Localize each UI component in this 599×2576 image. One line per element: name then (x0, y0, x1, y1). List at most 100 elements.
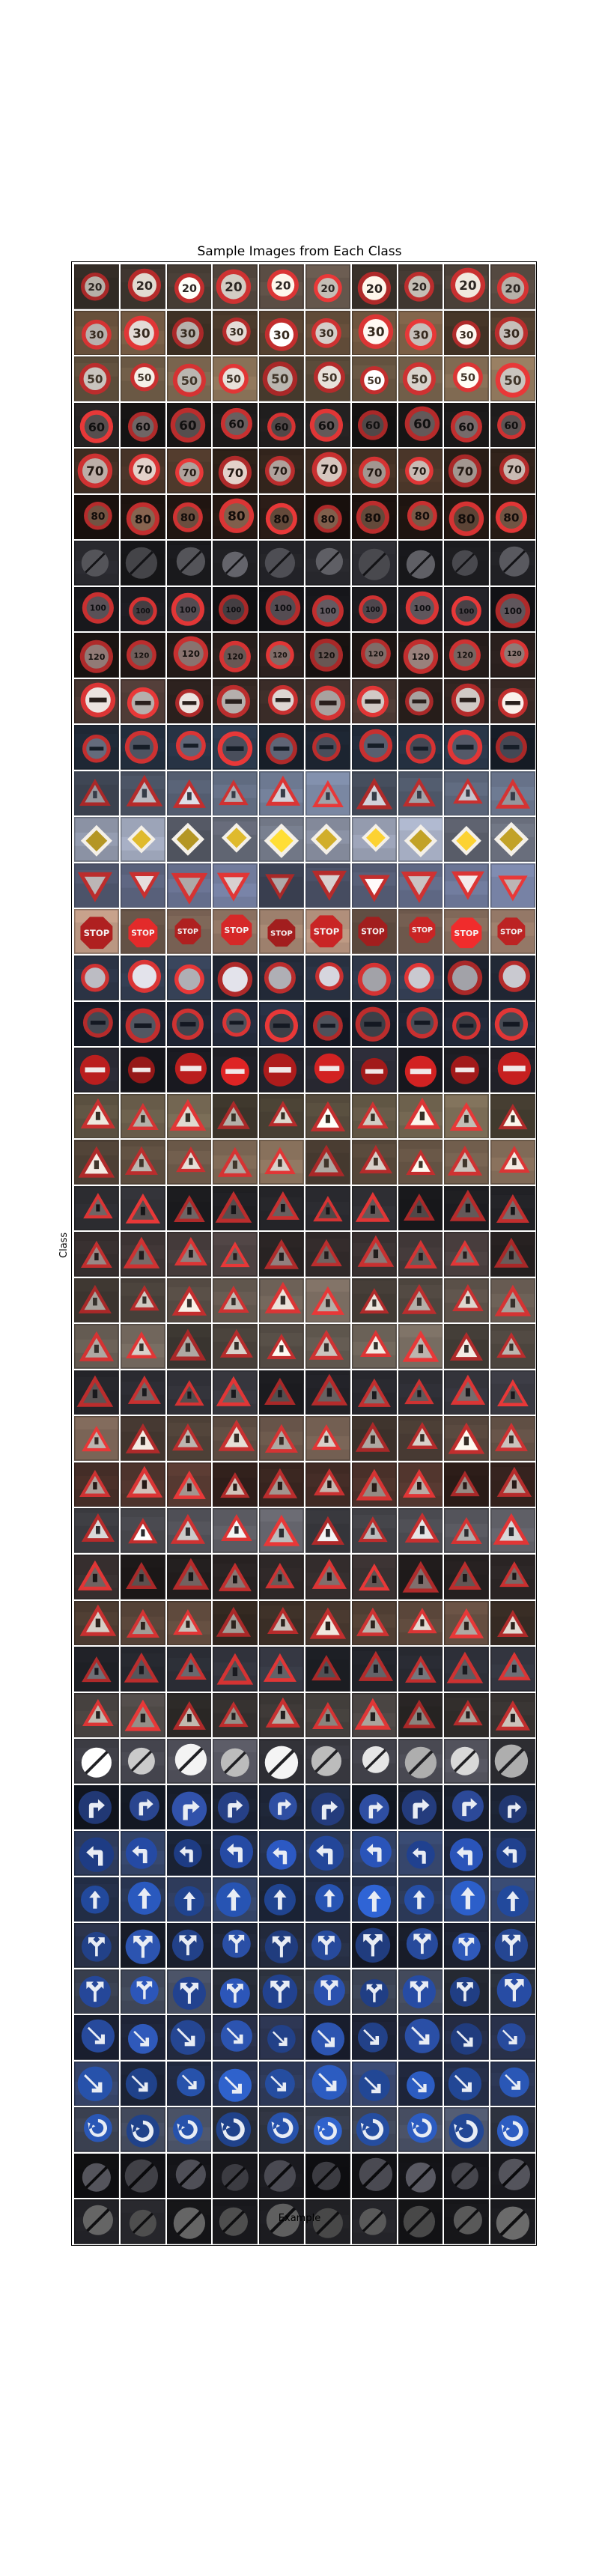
sample-thumbnail (166, 1508, 212, 1553)
sample-thumbnail (444, 1278, 490, 1323)
sample-thumbnail (444, 1647, 490, 1692)
svg-text:120: 120 (227, 653, 243, 662)
sample-thumbnail (398, 725, 443, 770)
sample-thumbnail (166, 1324, 212, 1369)
svg-text:30: 30 (503, 326, 520, 340)
sample-thumbnail (166, 2107, 212, 2152)
svg-text:120: 120 (457, 651, 473, 660)
sample-thumbnail (444, 771, 490, 816)
sample-thumbnail (259, 1923, 304, 1968)
svg-text:50: 50 (321, 371, 337, 385)
sample-thumbnail (351, 771, 397, 816)
sample-thumbnail: 120 (213, 633, 258, 678)
sample-thumbnail (444, 1140, 490, 1185)
svg-text:70: 70 (457, 464, 473, 479)
svg-text:50: 50 (410, 372, 427, 386)
sample-thumbnail: 60 (213, 402, 258, 448)
sample-thumbnail (213, 1370, 258, 1415)
x-axis-label: Example (278, 2213, 321, 2224)
sample-thumbnail (74, 1692, 119, 1738)
sample-thumbnail (120, 1554, 165, 1600)
sample-thumbnail (259, 1140, 304, 1185)
sample-thumbnail (305, 1600, 350, 1646)
sample-thumbnail (166, 1692, 212, 1738)
svg-text:STOP: STOP (131, 929, 155, 938)
sample-thumbnail (398, 1232, 443, 1277)
sample-thumbnail (490, 817, 535, 862)
svg-text:STOP: STOP (411, 927, 432, 935)
svg-text:70: 70 (366, 467, 382, 480)
sample-thumbnail (305, 1093, 350, 1139)
svg-text:20: 20 (365, 282, 382, 296)
sample-thumbnail (166, 1600, 212, 1646)
sample-thumbnail (259, 1739, 304, 1784)
sample-thumbnail: 30 (74, 310, 119, 356)
sample-thumbnail (120, 1692, 165, 1738)
svg-text:20: 20 (320, 283, 335, 295)
sample-thumbnail: 60 (398, 402, 443, 448)
sample-thumbnail (444, 956, 490, 1000)
sample-thumbnail (166, 1140, 212, 1185)
svg-text:80: 80 (91, 511, 105, 523)
sample-thumbnail (444, 1831, 490, 1876)
sample-thumbnail (74, 817, 119, 862)
sample-thumbnail: 80 (444, 494, 490, 540)
sample-thumbnail (490, 1969, 535, 2014)
sample-thumbnail (305, 771, 350, 816)
sample-thumbnail (490, 541, 535, 586)
sample-thumbnail: 20 (166, 264, 212, 309)
sample-thumbnail (351, 956, 397, 1000)
sample-thumbnail (213, 1508, 258, 1553)
sample-thumbnail: 100 (259, 586, 304, 632)
sample-thumbnail: 60 (490, 402, 535, 448)
sample-thumbnail (166, 1232, 212, 1277)
sample-thumbnail (490, 1739, 535, 1784)
sample-thumbnail (74, 1140, 119, 1185)
sample-thumbnail (166, 1877, 212, 1922)
svg-text:30: 30 (230, 326, 244, 338)
sample-thumbnail (305, 1831, 350, 1876)
sample-thumbnail (213, 956, 258, 1000)
sample-thumbnail (213, 2107, 258, 2152)
svg-text:STOP: STOP (225, 926, 249, 935)
sample-thumbnail (490, 1324, 535, 1369)
sample-thumbnail (74, 1923, 119, 1968)
sample-thumbnail (398, 1969, 443, 2014)
sample-thumbnail (120, 1324, 165, 1369)
sample-thumbnail: 50 (166, 356, 212, 401)
svg-text:30: 30 (89, 329, 104, 341)
sample-thumbnail (490, 1600, 535, 1646)
sample-thumbnail: 20 (213, 264, 258, 309)
sample-thumbnail (213, 1324, 258, 1369)
sample-thumbnail (213, 771, 258, 816)
sample-thumbnail (213, 863, 258, 908)
sample-thumbnail: 50 (398, 356, 443, 401)
sample-thumbnail (259, 2153, 304, 2199)
sample-thumbnail (351, 1508, 397, 1553)
sample-thumbnail (213, 1232, 258, 1277)
sample-thumbnail: 100 (74, 586, 119, 632)
svg-text:STOP: STOP (454, 929, 479, 938)
sample-thumbnail: 20 (74, 264, 119, 309)
svg-text:20: 20 (460, 278, 478, 293)
sample-thumbnail: 70 (398, 449, 443, 493)
sample-thumbnail: 120 (166, 633, 212, 678)
sample-thumbnail (490, 1508, 535, 1553)
sample-thumbnail: 20 (490, 264, 535, 309)
sample-thumbnail (444, 541, 490, 586)
sample-thumbnail: 30 (120, 310, 165, 356)
svg-text:60: 60 (413, 416, 431, 431)
sample-thumbnail (351, 1784, 397, 1830)
sample-thumbnail (490, 1048, 535, 1093)
sample-thumbnail (74, 1877, 119, 1922)
sample-thumbnail (213, 1739, 258, 1784)
sample-thumbnail (213, 1969, 258, 2014)
svg-text:50: 50 (504, 373, 522, 388)
sample-thumbnail (213, 1462, 258, 1507)
sample-thumbnail: 120 (398, 633, 443, 678)
sample-thumbnail (305, 2015, 350, 2060)
sample-thumbnail (351, 1554, 397, 1600)
sample-thumbnail (120, 2015, 165, 2060)
sample-thumbnail: 100 (351, 586, 397, 632)
sample-thumbnail (259, 1001, 304, 1047)
